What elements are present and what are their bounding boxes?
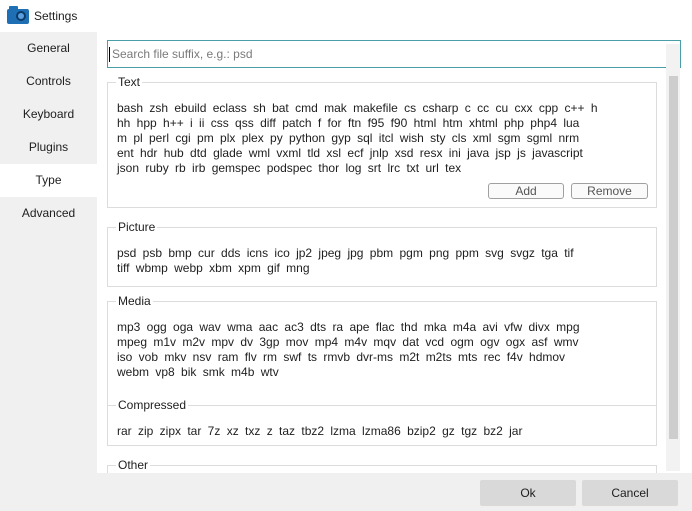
sidebar-item-general[interactable]: General bbox=[0, 32, 97, 65]
suffix-list: mp3 ogg oga wav wma aac ac3 dts ra ape f… bbox=[117, 320, 648, 380]
suffix-line: m pl perl cgi pm plx plex py python gyp … bbox=[117, 131, 580, 145]
ok-button[interactable]: Ok bbox=[480, 480, 576, 506]
vertical-scrollbar[interactable] bbox=[666, 44, 680, 471]
group-title: Media bbox=[116, 293, 153, 309]
sidebar-item-controls[interactable]: Controls bbox=[0, 65, 97, 98]
search-input[interactable] bbox=[107, 40, 681, 68]
text-cursor bbox=[109, 47, 110, 62]
media-group: Media mp3 ogg oga wav wma aac ac3 dts ra… bbox=[107, 293, 657, 418]
sidebar-item-plugins[interactable]: Plugins bbox=[0, 131, 97, 164]
suffix-list: psd psb bmp cur dds icns ico jp2 jpeg jp… bbox=[117, 246, 648, 276]
suffix-line: webm vp8 bik smk m4b wtv bbox=[117, 365, 279, 379]
suffix-list: bash zsh ebuild eclass sh bat cmd mak ma… bbox=[117, 101, 648, 176]
sidebar-item-advanced[interactable]: Advanced bbox=[0, 197, 97, 230]
suffix-line: hh hpp h++ i ii css qss diff patch f for… bbox=[117, 116, 580, 130]
sidebar: General Controls Keyboard Plugins Type A… bbox=[0, 32, 97, 511]
cancel-button[interactable]: Cancel bbox=[582, 480, 678, 506]
group-title: Picture bbox=[116, 219, 158, 235]
suffix-line: ent hdr hub dtd glade wml vxml tld xsl e… bbox=[117, 146, 583, 160]
text-group: Text bash zsh ebuild eclass sh bat cmd m… bbox=[107, 74, 657, 208]
dialog-footer: Ok Cancel bbox=[97, 473, 692, 511]
type-settings-panel: Text bash zsh ebuild eclass sh bat cmd m… bbox=[97, 32, 692, 473]
suffix-line: iso vob mkv nsv ram flv rm swf ts rmvb d… bbox=[117, 350, 566, 364]
group-title: Text bbox=[116, 74, 143, 90]
add-button[interactable]: Add bbox=[488, 183, 564, 199]
suffix-line: bash zsh ebuild eclass sh bat cmd mak ma… bbox=[117, 101, 598, 115]
suffix-line: psd psb bmp cur dds icns ico jp2 jpeg jp… bbox=[117, 246, 574, 260]
remove-button[interactable]: Remove bbox=[571, 183, 648, 199]
group-title: Compressed bbox=[116, 397, 189, 413]
camera-folder-icon bbox=[7, 6, 29, 24]
title-bar: Settings bbox=[0, 0, 692, 32]
picture-group: Picture psd psb bmp cur dds icns ico jp2… bbox=[107, 219, 657, 287]
suffix-line: json ruby rb irb gemspec podspec thor lo… bbox=[117, 161, 462, 175]
scroll-thumb[interactable] bbox=[669, 76, 678, 439]
sidebar-item-type[interactable]: Type bbox=[0, 164, 97, 197]
sidebar-item-keyboard[interactable]: Keyboard bbox=[0, 98, 97, 131]
other-group: Other bbox=[107, 457, 657, 473]
compressed-group: Compressed rar zip zipx tar 7z xz txz z … bbox=[107, 397, 657, 446]
suffix-line: tiff wbmp webp xbm xpm gif mng bbox=[117, 261, 310, 275]
suffix-line: rar zip zipx tar 7z xz txz z taz tbz2 lz… bbox=[117, 424, 523, 438]
group-title: Other bbox=[116, 457, 151, 473]
suffix-list: rar zip zipx tar 7z xz txz z taz tbz2 lz… bbox=[117, 424, 648, 439]
suffix-line: mpeg m1v m2v mpv dv 3gp mov mp4 m4v mqv … bbox=[117, 335, 579, 349]
window-title: Settings bbox=[34, 9, 78, 23]
suffix-line: mp3 ogg oga wav wma aac ac3 dts ra ape f… bbox=[117, 320, 580, 334]
